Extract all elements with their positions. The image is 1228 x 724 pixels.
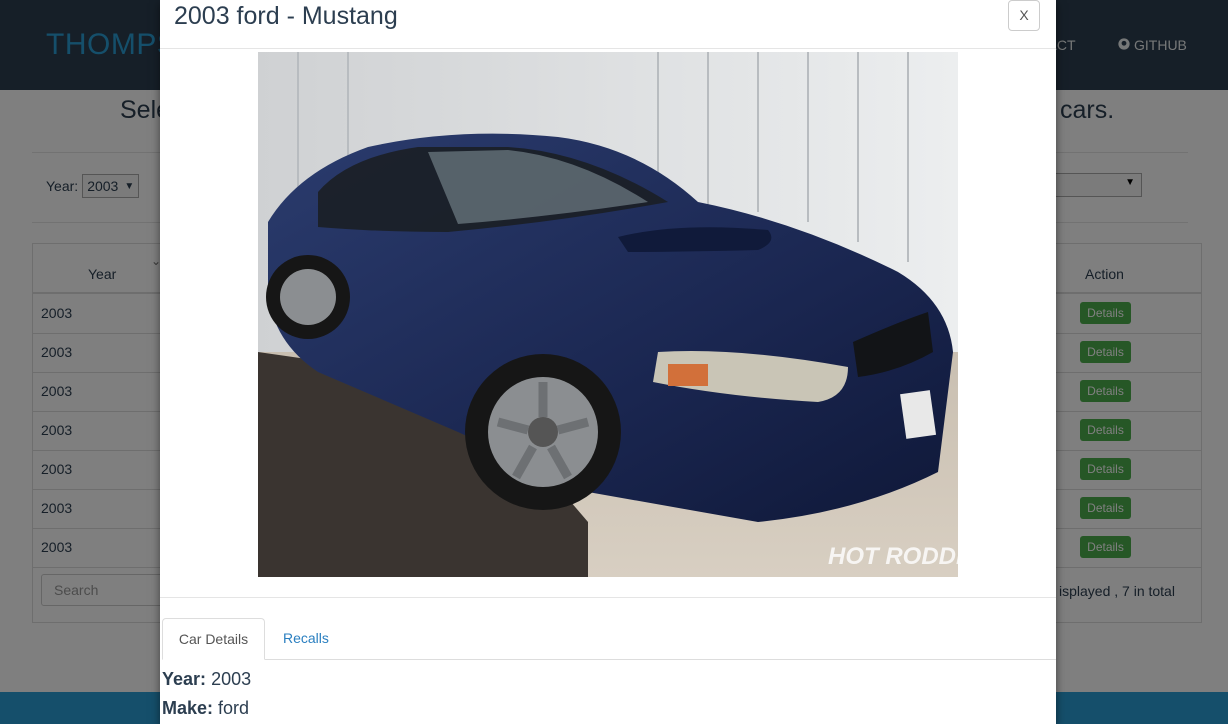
modal-title: 2003 ford - Mustang: [174, 2, 398, 30]
detail-year: Year: 2003: [162, 669, 251, 690]
detail-make-value: ford: [218, 698, 250, 718]
watermark: HOT RODDING: [828, 543, 958, 570]
car-photo: HOT RODDING: [258, 52, 958, 577]
car-details-modal: 2003 ford - Mustang X HOT RODD Car Detai…: [160, 0, 1056, 724]
detail-make-label: Make:: [162, 698, 214, 718]
tabs-divider: [162, 659, 1056, 660]
close-button[interactable]: X: [1008, 0, 1040, 31]
detail-year-value: 2003: [211, 669, 252, 689]
detail-make: Make: ford: [162, 698, 249, 719]
detail-year-label: Year:: [162, 669, 207, 689]
modal-divider: [160, 48, 1056, 49]
modal-divider: [160, 597, 1056, 598]
tab-recalls[interactable]: Recalls: [283, 630, 329, 646]
tab-car-details[interactable]: Car Details: [162, 618, 265, 660]
